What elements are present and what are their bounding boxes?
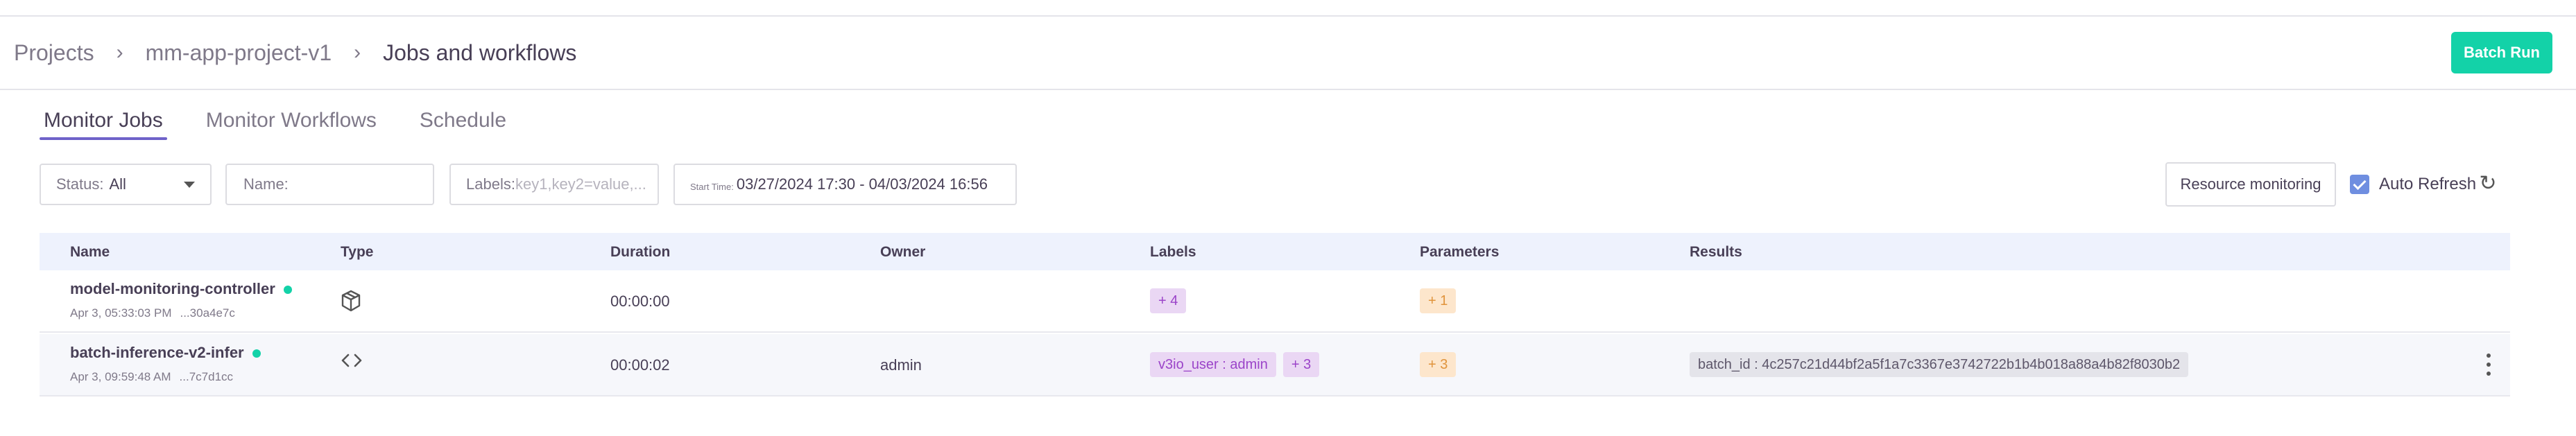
caret-down-icon bbox=[184, 182, 195, 188]
auto-refresh-checkbox[interactable] bbox=[2350, 175, 2369, 194]
more-actions-icon[interactable] bbox=[2485, 354, 2492, 376]
results-cell: batch_id : 4c257c21d44bf2a5f1a7c3367e374… bbox=[1690, 352, 2195, 377]
result-chip[interactable]: batch_id : 4c257c21d44bf2a5f1a7c3367e374… bbox=[1690, 352, 2189, 377]
batch-run-button[interactable]: Batch Run bbox=[2451, 32, 2552, 73]
top-strip bbox=[0, 0, 2576, 17]
status-dot-icon bbox=[283, 286, 292, 295]
job-name-cell: model-monitoring-controller bbox=[70, 280, 292, 298]
table-row[interactable]: batch-inference-v2-infer Apr 3, 09:59:48… bbox=[40, 334, 2510, 396]
table-header: Name Type Duration Owner Labels Paramete… bbox=[40, 233, 2510, 270]
tab-monitor-jobs[interactable]: Monitor Jobs bbox=[40, 104, 167, 140]
code-icon bbox=[341, 352, 363, 373]
breadcrumb-projects[interactable]: Projects bbox=[14, 40, 94, 66]
status-select[interactable]: Status: All bbox=[40, 164, 212, 205]
package-icon bbox=[341, 290, 361, 316]
labels-cell: + 4 bbox=[1150, 288, 1193, 313]
breadcrumb-project[interactable]: mm-app-project-v1 bbox=[146, 40, 332, 66]
job-name-cell: batch-inference-v2-infer bbox=[70, 344, 261, 362]
job-uid: ...7c7d1cc bbox=[179, 370, 234, 383]
status-value: All bbox=[109, 175, 126, 193]
auto-refresh-label: Auto Refresh bbox=[2379, 175, 2477, 193]
page-header: Projects › mm-app-project-v1 › Jobs and … bbox=[0, 17, 2576, 90]
parameters-cell: + 1 bbox=[1420, 288, 1463, 313]
name-input[interactable]: Name: bbox=[225, 164, 434, 205]
duration: 00:00:02 bbox=[610, 356, 670, 374]
labels-input-label: Labels: bbox=[466, 175, 515, 193]
breadcrumb-separator: › bbox=[116, 41, 123, 64]
label-chip[interactable]: + 3 bbox=[1282, 352, 1320, 377]
owner: admin bbox=[880, 356, 922, 374]
column-header-owner: Owner bbox=[880, 244, 926, 260]
job-date: Apr 3, 09:59:48 AM bbox=[70, 370, 171, 383]
job-uid: ...30a4e7c bbox=[180, 306, 235, 320]
column-header-duration: Duration bbox=[610, 244, 671, 260]
tabs: Monitor Jobs Monitor Workflows Schedule bbox=[40, 104, 545, 140]
auto-refresh-toggle[interactable]: Auto Refresh bbox=[2350, 172, 2476, 197]
refresh-icon[interactable]: ↻ bbox=[2478, 173, 2498, 194]
breadcrumb-separator: › bbox=[354, 41, 361, 64]
label-chip[interactable]: v3io_user : admin bbox=[1150, 352, 1276, 377]
job-name[interactable]: batch-inference-v2-infer bbox=[70, 344, 244, 361]
parameter-chip[interactable]: + 3 bbox=[1420, 352, 1457, 377]
column-header-type: Type bbox=[341, 244, 374, 260]
date-value: 03/27/2024 17:30 - 04/03/2024 16:56 bbox=[736, 175, 988, 193]
column-header-labels: Labels bbox=[1150, 244, 1196, 260]
parameter-chip[interactable]: + 1 bbox=[1420, 288, 1457, 313]
job-date: Apr 3, 05:33:03 PM bbox=[70, 306, 172, 320]
column-header-parameters: Parameters bbox=[1420, 244, 1500, 260]
breadcrumb-current: Jobs and workflows bbox=[383, 40, 577, 65]
duration: 00:00:00 bbox=[610, 293, 670, 310]
resource-monitoring-button[interactable]: Resource monitoring bbox=[2165, 162, 2336, 207]
status-dot-icon bbox=[252, 349, 261, 358]
label-chip[interactable]: + 4 bbox=[1150, 288, 1187, 313]
tab-schedule[interactable]: Schedule bbox=[415, 104, 510, 137]
tab-monitor-workflows[interactable]: Monitor Workflows bbox=[202, 104, 381, 137]
column-header-name: Name bbox=[70, 244, 110, 260]
date-range-picker[interactable]: Start Time: 03/27/2024 17:30 - 04/03/202… bbox=[673, 164, 1017, 205]
parameters-cell: + 3 bbox=[1420, 352, 1463, 377]
labels-input[interactable]: Labels: key1,key2=value,... bbox=[449, 164, 659, 205]
job-meta: Apr 3, 09:59:48 AM ...7c7d1cc bbox=[70, 370, 233, 384]
status-label: Status: bbox=[56, 175, 104, 193]
date-label: Start Time: bbox=[690, 181, 734, 192]
table-row[interactable]: model-monitoring-controller Apr 3, 05:33… bbox=[40, 270, 2510, 333]
labels-input-placeholder: key1,key2=value,... bbox=[515, 175, 646, 193]
column-header-results: Results bbox=[1690, 244, 1742, 260]
labels-cell: v3io_user : admin + 3 bbox=[1150, 352, 1326, 377]
job-meta: Apr 3, 05:33:03 PM ...30a4e7c bbox=[70, 306, 235, 320]
breadcrumb: Projects › mm-app-project-v1 › Jobs and … bbox=[14, 37, 576, 68]
job-name[interactable]: model-monitoring-controller bbox=[70, 280, 275, 297]
